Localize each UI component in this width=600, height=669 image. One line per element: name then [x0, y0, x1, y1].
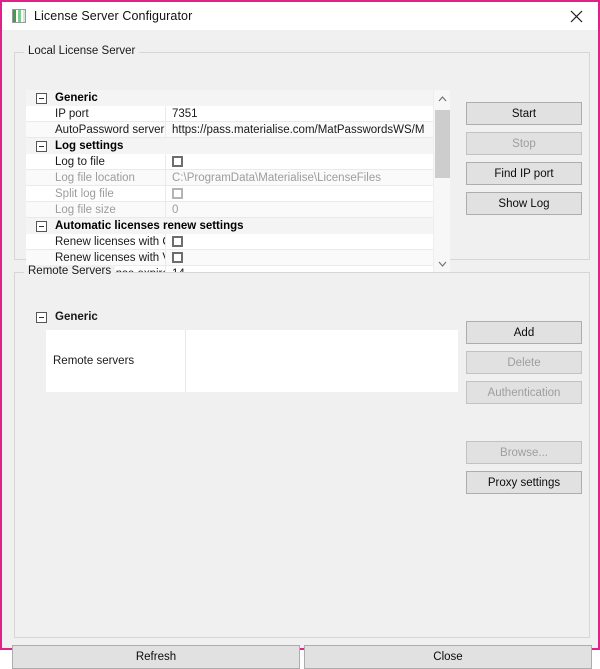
property-value[interactable] [166, 234, 450, 249]
show-log-button[interactable]: Show Log [466, 192, 582, 215]
collapse-icon[interactable] [36, 220, 47, 232]
property-value[interactable]: C:\ProgramData\Materialise\LicenseFiles [166, 170, 450, 185]
authentication-button[interactable]: Authentication [466, 381, 582, 404]
stop-button[interactable]: Stop [466, 132, 582, 155]
property-category-label: Automatic licenses renew settings [55, 220, 244, 232]
license-server-configurator-window: License Server Configurator Local Licens… [0, 0, 600, 669]
remote-servers-value[interactable] [186, 330, 458, 392]
collapse-icon[interactable] [36, 311, 47, 323]
close-icon[interactable] [554, 2, 598, 30]
property-category[interactable]: Automatic licenses renew settings [26, 218, 450, 234]
property-name: Log to file [26, 154, 166, 169]
property-name: Log file size [26, 202, 166, 217]
checkbox[interactable] [172, 188, 183, 199]
chevron-up-icon[interactable] [434, 90, 450, 107]
property-grid-scrollbar[interactable] [433, 90, 450, 272]
window-title: License Server Configurator [34, 9, 193, 23]
remote-servers-label: Remote servers [46, 330, 186, 392]
checkbox[interactable] [172, 236, 183, 247]
delete-button[interactable]: Delete [466, 351, 582, 374]
property-row[interactable]: Log file size 0 [26, 202, 450, 218]
scrollbar-thumb[interactable] [435, 110, 450, 178]
checkbox[interactable] [172, 156, 183, 167]
start-button[interactable]: Start [466, 102, 582, 125]
property-name: Log file location [26, 170, 166, 185]
window-titlebar: License Server Configurator [2, 2, 598, 30]
table-row[interactable]: Remote servers [46, 330, 458, 392]
property-row[interactable]: Renew licenses with Vouch... [26, 250, 450, 266]
property-category[interactable]: Log settings [26, 138, 450, 154]
property-name: AutoPassword server URL [26, 122, 166, 137]
property-row[interactable]: AutoPassword server URLhttps://pass.mate… [26, 122, 450, 138]
find-ip-port-button[interactable]: Find IP port [466, 162, 582, 185]
property-value[interactable]: 0 [166, 202, 450, 217]
window-client-area: Local License Server Generic IP port 7351 A… [2, 30, 598, 669]
property-row[interactable]: Renew licenses with CC-key [26, 234, 450, 250]
property-name: Split log file [26, 186, 166, 201]
remote-servers-legend: Remote Servers [24, 265, 116, 277]
collapse-icon[interactable] [36, 140, 47, 152]
property-category-label: Log settings [55, 140, 124, 152]
refresh-button[interactable]: Refresh [12, 645, 300, 669]
browse-button[interactable]: Browse... [466, 441, 582, 464]
remote-servers-property-grid[interactable]: Remote servers [46, 330, 458, 392]
property-row[interactable]: Log file location C:\ProgramData\Material… [26, 170, 450, 186]
chevron-down-icon[interactable] [434, 255, 450, 272]
property-value[interactable] [166, 154, 450, 169]
remote-category-label: Generic [55, 311, 98, 323]
local-settings-property-grid[interactable]: Generic IP port7351AutoPassword server UR… [26, 90, 450, 272]
checkbox[interactable] [172, 252, 183, 263]
property-name: IP port [26, 106, 166, 121]
property-row[interactable]: IP port 7351 [26, 106, 450, 122]
property-row[interactable]: Log to file [26, 154, 450, 170]
property-category-label: Generic [55, 92, 98, 104]
close-button[interactable]: Close [304, 645, 592, 669]
property-value[interactable] [166, 186, 450, 201]
property-row[interactable]: Split log file [26, 186, 450, 202]
property-value[interactable]: https://pass.materialise.com/MatPassword… [166, 122, 450, 137]
property-name: Renew licenses with Vouch... [26, 250, 166, 265]
app-window-icon [12, 9, 26, 23]
proxy-settings-button[interactable]: Proxy settings [466, 471, 582, 494]
remote-generic-category[interactable]: Generic [26, 308, 450, 326]
property-value[interactable]: 7351 [166, 106, 450, 121]
property-name: Renew licenses with CC-key [26, 234, 166, 249]
add-button[interactable]: Add [466, 321, 582, 344]
collapse-icon[interactable] [36, 92, 47, 104]
property-category[interactable]: Generic [26, 90, 450, 106]
property-value[interactable] [166, 250, 450, 265]
local-license-server-legend: Local License Server [24, 45, 140, 57]
